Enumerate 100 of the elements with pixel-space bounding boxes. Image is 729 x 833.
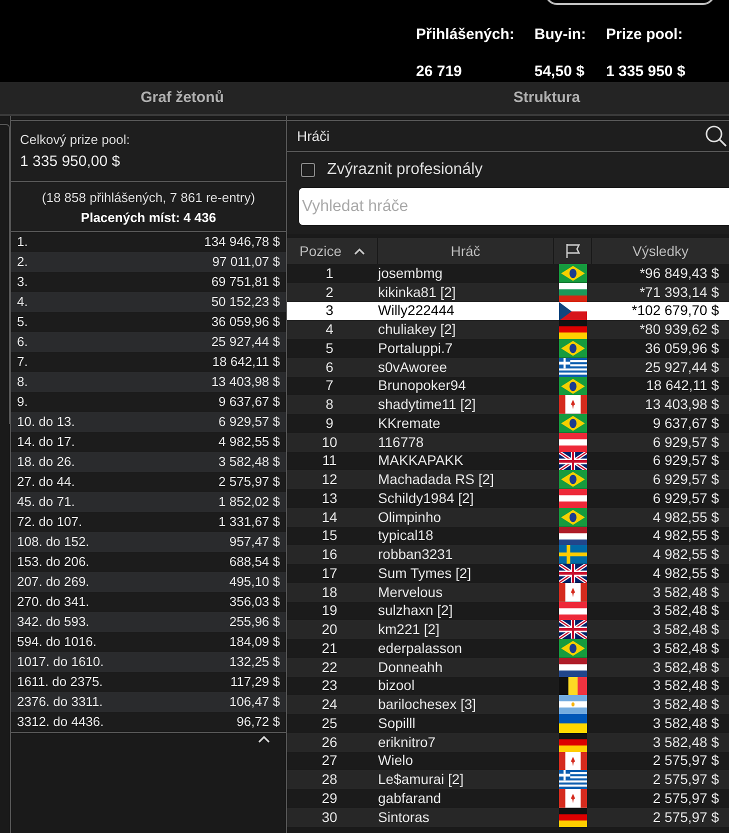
player-cell-text: kikinka81 [2] — [377, 282, 457, 302]
flag-icon — [558, 714, 586, 733]
player-cell-text: typical18 — [377, 526, 434, 546]
flag-icon — [558, 432, 586, 452]
player-cell-text: Olimpinho — [377, 508, 442, 527]
sort-ascending-icon — [354, 248, 365, 254]
prize-cell-text: 18 642,11 $ — [212, 353, 280, 372]
player-cell-text: Wielo — [377, 751, 414, 770]
player-row[interactable]: 20 km221 [2] 3 582,48 $ — [287, 620, 729, 639]
position-cell-text: 27 — [320, 751, 338, 770]
paid-places: Placených míst: 4 436 — [80, 208, 216, 227]
player-row[interactable]: 24 barilochesex [3] 3 582,48 $ — [287, 695, 729, 714]
tab[interactable]: Graf žetonů — [0, 82, 364, 114]
player-row[interactable]: 30 Sintoras 2 575,97 $ — [287, 808, 729, 826]
prize-cell-text: 132,25 $ — [229, 653, 280, 672]
place-cell-text: 45. do 71. — [17, 493, 75, 512]
position-cell-text: 29 — [320, 788, 338, 808]
player-cell-text: Mervelous — [377, 582, 444, 602]
stat-label: Prize pool: — [606, 25, 684, 45]
prize-cell-text: 13 403,98 $ — [211, 373, 280, 392]
player-row[interactable]: 2 kikinka81 [2] *71 393,14 $ — [287, 282, 729, 302]
player-row[interactable]: 12 Machadada RS [2] 6 929,57 $ — [287, 470, 729, 489]
player-cell-text: km221 [2] — [377, 620, 440, 640]
prize-cell-text: 1 331,67 $ — [218, 513, 280, 532]
place-cell-text: 6. — [17, 333, 28, 352]
prize-cell-text: 356,03 $ — [229, 593, 280, 612]
player-row[interactable]: 8 shadytime11 [2] 13 403,98 $ — [287, 395, 729, 414]
position-cell-text: 23 — [320, 676, 338, 696]
position-cell-text: 4 — [324, 320, 334, 340]
result-cell-text: 13 403,98 $ — [644, 395, 720, 414]
player-cell-text: Donneahh — [377, 658, 444, 677]
player-cell-text: KKremate — [377, 414, 442, 433]
player-row[interactable]: 26 eriknitro7 3 582,48 $ — [287, 732, 729, 752]
column-header[interactable]: Výsledky — [592, 238, 729, 264]
place-cell-text: 1611. do 2375. — [17, 673, 103, 692]
prize-cell-text: 9 637,67 $ — [218, 393, 280, 412]
player-cell-text: Willy222444 — [377, 301, 456, 320]
flag-outline-icon[interactable] — [564, 243, 580, 259]
flag-icon — [558, 732, 586, 752]
position-cell-text: 19 — [320, 601, 338, 620]
player-cell-text: Le$amurai [2] — [377, 770, 465, 790]
player-row[interactable]: 4 chuliakey [2] *80 939,62 $ — [287, 320, 729, 339]
position-cell-text: 5 — [324, 338, 334, 358]
flag-icon — [558, 808, 586, 826]
flag-icon — [558, 676, 586, 696]
player-row[interactable]: 14 Olimpinho 4 982,55 $ — [287, 508, 729, 526]
player-row[interactable]: 22 Donneahh 3 582,48 $ — [287, 658, 729, 676]
flag-icon — [558, 695, 586, 714]
player-cell-text: sulzhaxn [2] — [377, 601, 454, 620]
player-row[interactable]: 16 robban3231 4 982,55 $ — [287, 545, 729, 564]
search-icon[interactable] — [705, 125, 727, 147]
player-row[interactable]: 28 Le$amurai [2] 2 575,97 $ — [287, 770, 729, 789]
result-cell-text: 2 575,97 $ — [652, 808, 720, 827]
result-cell-text: *96 849,43 $ — [638, 264, 720, 283]
prize-cell-text: 957,47 $ — [229, 533, 280, 552]
player-row[interactable]: 18 Mervelous 3 582,48 $ — [287, 582, 729, 602]
flag-icon — [558, 302, 586, 320]
player-cell-text: Schildy1984 [2] — [377, 488, 475, 508]
place-cell-text: 14. do 17. — [17, 433, 75, 452]
place-cell-text: 8. — [17, 373, 28, 392]
stat-label: Přihlášených: — [416, 25, 514, 45]
result-cell-text: 4 982,55 $ — [652, 564, 720, 583]
column-header[interactable]: Hráč — [378, 238, 553, 264]
caret-up-icon[interactable] — [258, 736, 270, 743]
place-cell-text: 270. do 341. — [17, 593, 90, 612]
tab[interactable]: Struktura — [364, 82, 729, 114]
prize-cell-text: 255,96 $ — [229, 613, 280, 632]
position-cell-text: 28 — [320, 770, 338, 790]
player-row[interactable]: 6 s0vAworee 25 927,44 $ — [287, 358, 729, 376]
checkbox[interactable] — [301, 163, 315, 177]
prize-cell-text: 117,29 $ — [230, 673, 280, 692]
result-cell-text: 2 575,97 $ — [652, 788, 720, 808]
result-cell-text: *80 939,62 $ — [638, 320, 720, 340]
prize-cell-text: 69 751,81 $ — [211, 273, 280, 292]
result-cell-text: 3 582,48 $ — [652, 714, 720, 733]
position-cell-text: 22 — [320, 658, 338, 677]
entries-note: (18 858 přihlášených, 7 861 re-entry) — [42, 189, 256, 207]
place-cell-text: 4. — [17, 293, 28, 312]
position-cell-text: 2 — [324, 282, 334, 302]
position-cell-text: 16 — [320, 545, 338, 564]
position-cell-text: 17 — [320, 564, 338, 583]
prize-cell-text: 3 582,48 $ — [218, 453, 280, 472]
flag-icon — [558, 508, 586, 526]
result-cell-text: 25 927,44 $ — [644, 358, 720, 377]
position-cell-text: 10 — [320, 432, 338, 452]
flag-icon — [558, 582, 586, 602]
flag-icon — [558, 620, 586, 639]
column-header[interactable]: Pozice — [287, 238, 377, 264]
result-cell-text: 3 582,48 $ — [652, 676, 720, 696]
player-cell-text: bizool — [377, 676, 416, 696]
prize-pool-value: 1 335 950,00 $ — [20, 152, 122, 172]
player-row[interactable]: 10 116778 6 929,57 $ — [287, 432, 729, 452]
result-cell-text: 2 575,97 $ — [652, 751, 720, 770]
flag-icon — [558, 452, 586, 470]
prize-cell-text: 106,47 $ — [229, 693, 280, 712]
position-cell-text: 18 — [320, 582, 338, 602]
flag-icon — [558, 282, 586, 302]
search-field[interactable]: Vyhledat hráče — [299, 188, 729, 225]
result-cell-text: 3 582,48 $ — [652, 732, 720, 752]
player-row[interactable]: 3 Willy222444 *102 679,70 $ — [287, 302, 729, 320]
